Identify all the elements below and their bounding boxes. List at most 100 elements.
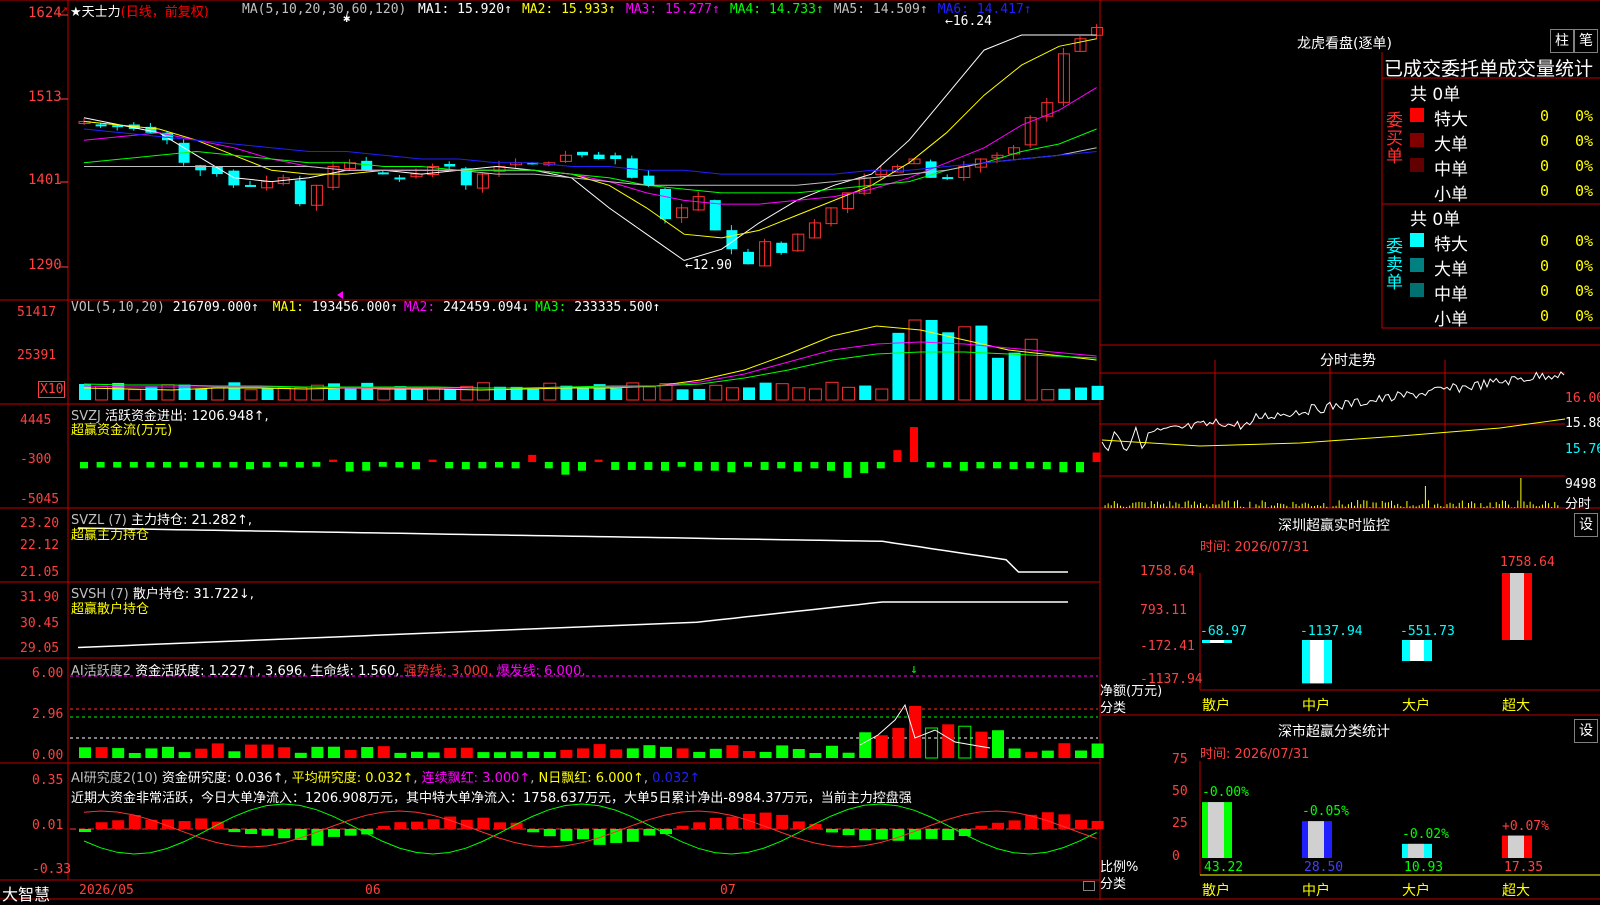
candle-down bbox=[709, 200, 721, 231]
ai2-avg: 0.032↑ bbox=[365, 771, 414, 786]
vol-bar bbox=[1091, 385, 1104, 400]
svzj-bar bbox=[96, 462, 105, 468]
monitor-bar-highlight bbox=[1210, 640, 1224, 643]
lock-icon[interactable] bbox=[1083, 881, 1095, 891]
ai2-head: AI研究度2(10) bbox=[71, 771, 158, 786]
classify-settings-button[interactable]: 设 bbox=[1574, 719, 1598, 743]
ai2-bar bbox=[925, 829, 938, 839]
ai2-bar bbox=[128, 815, 141, 829]
svzj-bar bbox=[760, 462, 769, 470]
order-count: 0 bbox=[1540, 232, 1550, 250]
ai2-bar bbox=[643, 829, 656, 836]
ai1-bar bbox=[676, 748, 689, 758]
order-color-swatch bbox=[1410, 233, 1424, 247]
classify-time: 时间: 2026/07/31 bbox=[1200, 747, 1310, 762]
svzl-sub: 超赢主力持仓 bbox=[71, 528, 150, 543]
vol-bar bbox=[743, 387, 755, 400]
ai2-bar bbox=[875, 829, 888, 840]
intraday-title: 分时走势 bbox=[1320, 353, 1376, 369]
ma-legend-item: MA4: 14.733↑ bbox=[730, 2, 824, 17]
vol-bar bbox=[992, 357, 1004, 400]
svzj-bar bbox=[993, 462, 1001, 469]
svzj-bar bbox=[179, 462, 188, 468]
svzj-bar bbox=[1059, 462, 1068, 473]
classify-bar bbox=[1202, 802, 1232, 858]
candle-down bbox=[776, 242, 788, 253]
svzj-bar bbox=[312, 462, 321, 467]
vol-bar bbox=[709, 384, 723, 401]
ai1-bar bbox=[145, 748, 158, 758]
svzj-bar bbox=[827, 462, 835, 471]
ai1-bar bbox=[826, 745, 838, 758]
lhb-tabs[interactable]: 已成交委托单成交量统计 bbox=[1384, 54, 1593, 81]
ai1-bar bbox=[942, 724, 955, 758]
ai2-bar bbox=[294, 829, 307, 840]
tick-mode-button[interactable]: 笔 bbox=[1574, 29, 1598, 53]
ai2-axis-label: 0.01 bbox=[32, 818, 64, 833]
ai1-bar bbox=[311, 746, 324, 758]
monitor-category: 大户 bbox=[1402, 698, 1430, 714]
price-high-mark: ←16.24 bbox=[945, 14, 992, 29]
vol-bar bbox=[277, 387, 291, 401]
ai1-bar bbox=[245, 744, 257, 758]
monitor-bar bbox=[1302, 640, 1332, 684]
svsh-axis-label: 31.90 bbox=[20, 590, 60, 605]
classify-category: 中户 bbox=[1302, 883, 1330, 899]
svzj-bar bbox=[528, 454, 537, 462]
classify-title: 深市超赢分类统计 bbox=[1278, 724, 1390, 740]
time-axis-label-2: 07 bbox=[720, 883, 736, 898]
ma-value: 14.733↑ bbox=[761, 2, 824, 17]
price-axis-label: 1624 bbox=[28, 5, 62, 21]
monitor-time: 时间: 2026/07/31 bbox=[1200, 540, 1310, 555]
svzj-bar bbox=[362, 462, 371, 471]
vol-ma-value: 242459.094↓ bbox=[435, 300, 530, 315]
svzj-bar bbox=[246, 462, 254, 470]
ai2-bar bbox=[494, 822, 506, 829]
ai1-axis-label: 6.00 bbox=[32, 666, 64, 681]
ai2-avg-label: 平均研究度: bbox=[291, 771, 362, 786]
ma-value: 14.509↑ bbox=[865, 2, 928, 17]
monitor-bar bbox=[1202, 640, 1232, 643]
monitor-axis-label: -1137.94 bbox=[1140, 672, 1203, 687]
ai2-bar bbox=[427, 819, 440, 829]
ma-legend-item: MA3: 15.277↑ bbox=[626, 2, 720, 17]
ai1-bar bbox=[925, 727, 939, 759]
ai1-bar bbox=[377, 746, 390, 758]
vol-bar bbox=[377, 388, 391, 401]
vol-bar bbox=[328, 383, 340, 400]
ai1-bar bbox=[128, 752, 141, 758]
ai1-bar bbox=[79, 747, 91, 758]
column-mode-button[interactable]: 柱 bbox=[1550, 29, 1574, 53]
order-color-swatch bbox=[1410, 158, 1424, 172]
svzj-bar bbox=[578, 462, 586, 471]
vol-bar bbox=[958, 326, 972, 401]
classify-category: 大户 bbox=[1402, 883, 1430, 899]
svzj-bar bbox=[80, 462, 88, 469]
candle-down bbox=[245, 184, 256, 187]
candle-down bbox=[743, 251, 754, 265]
candle-down bbox=[593, 154, 605, 160]
svzl-axis-label: 23.20 bbox=[20, 516, 60, 531]
favorite-icon[interactable]: ★ bbox=[70, 5, 82, 20]
ai2-bar bbox=[909, 829, 921, 840]
classify-category: 散户 bbox=[1202, 883, 1230, 899]
monitor-settings-button[interactable]: 设 bbox=[1574, 513, 1598, 537]
ai1-axis-label: 0.00 bbox=[32, 748, 64, 763]
ai1-bar bbox=[743, 750, 755, 758]
ai1-bar bbox=[560, 749, 573, 758]
time-axis-label-1: 06 bbox=[365, 883, 381, 898]
vol-unit: X10 bbox=[38, 381, 66, 398]
classify-category: 超大 bbox=[1502, 883, 1530, 899]
order-size-label: 特大 bbox=[1434, 110, 1468, 130]
vol-bar bbox=[1075, 387, 1087, 400]
monitor-bar bbox=[1502, 573, 1532, 640]
vol-bar bbox=[759, 382, 772, 400]
ma-label: MA3: bbox=[625, 2, 658, 17]
ma-legend-item: MA1: 15.920↑ bbox=[418, 2, 512, 17]
ai1-bar bbox=[394, 752, 407, 758]
ai2-bar bbox=[709, 817, 722, 829]
ai1-bar bbox=[875, 735, 888, 758]
ai2-bar bbox=[743, 814, 755, 829]
ai2-bar bbox=[195, 818, 208, 829]
order-size-label: 小单 bbox=[1434, 185, 1468, 205]
